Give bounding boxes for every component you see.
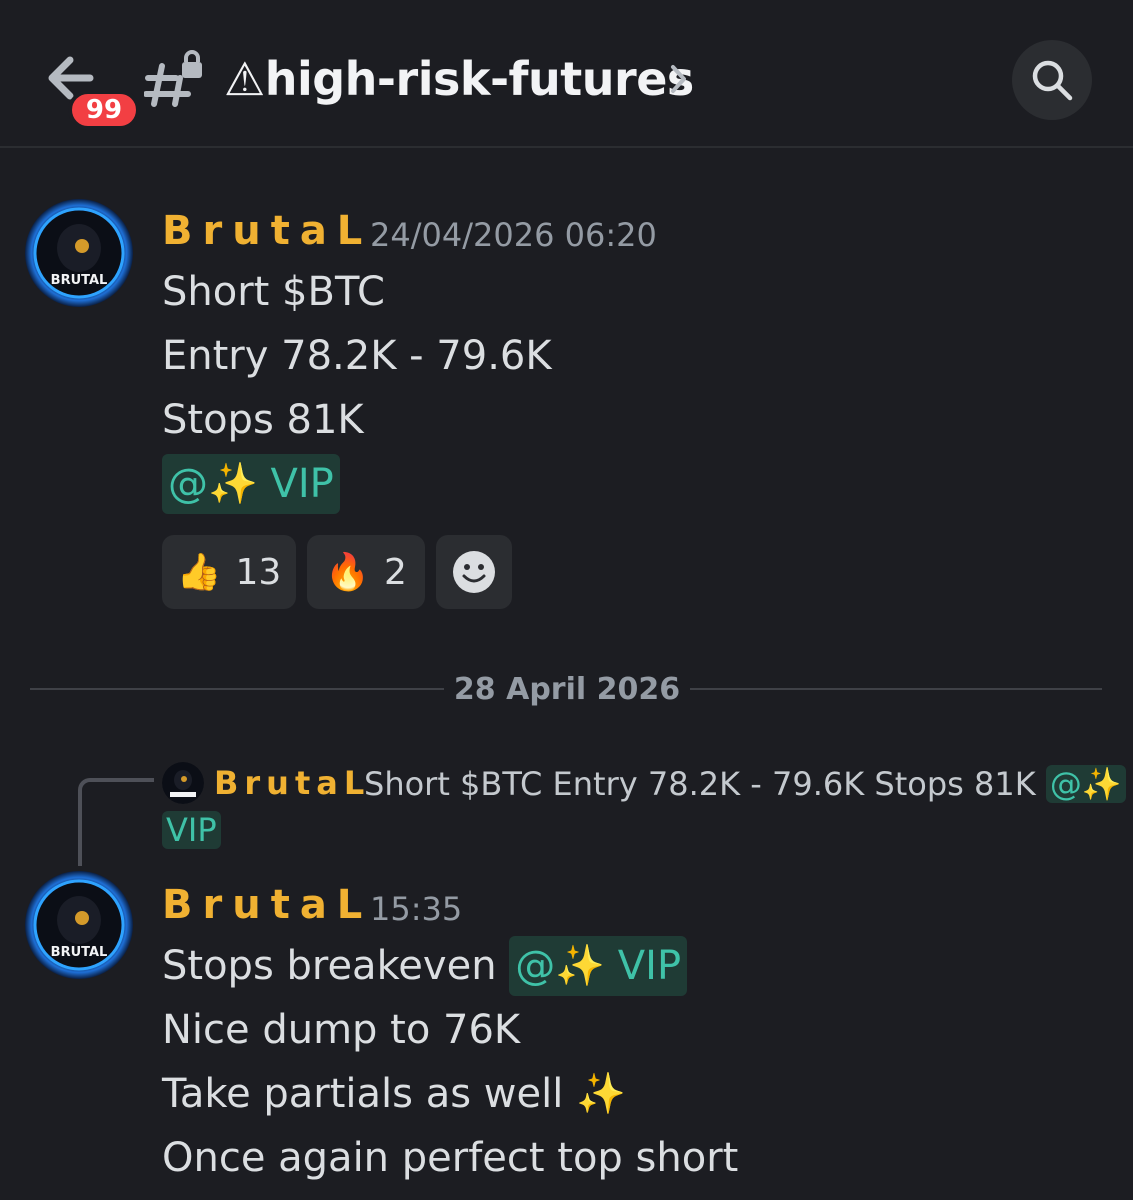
reply-preview-cont[interactable]: VIP xyxy=(162,808,221,852)
reply-preview[interactable]: Short $BTC Entry 78.2K - 79.6K Stops 81K… xyxy=(364,762,1126,806)
author-name[interactable]: BrutaL xyxy=(162,208,372,254)
reply-mention: VIP xyxy=(162,811,221,849)
reply-mention: @✨ xyxy=(1045,765,1126,803)
message-line: Short $BTC xyxy=(162,269,385,315)
search-button[interactable] xyxy=(1012,40,1092,120)
add-reaction-button[interactable] xyxy=(436,535,512,609)
reaction-count: 2 xyxy=(383,551,407,593)
message-timestamp: 24/04/2026 06:20 xyxy=(370,216,657,254)
smiley-icon xyxy=(453,551,495,593)
channel-title[interactable]: ⚠high-risk-futures xyxy=(224,48,694,110)
reply-avatar[interactable] xyxy=(162,762,204,804)
reply-author[interactable]: BrutaL xyxy=(214,764,370,802)
message-line: Once again perfect top short xyxy=(162,1135,739,1181)
chevron-right-icon[interactable] xyxy=(668,62,690,96)
date-divider: 28 April 2026 xyxy=(453,672,681,707)
search-icon xyxy=(1032,60,1073,101)
reaction-thumbs-up[interactable]: 👍 13 xyxy=(162,535,296,609)
reply-text: Short $BTC Entry 78.2K - 79.6K Stops 81K xyxy=(364,765,1036,803)
role-mention[interactable]: @✨ VIP xyxy=(509,936,688,996)
svg-text:BRUTAL: BRUTAL xyxy=(51,945,108,960)
message-line: Stops breakeven @✨ VIP xyxy=(162,936,688,996)
message-line: Stops 81K xyxy=(162,397,364,443)
fire-icon: 🔥 xyxy=(325,552,370,593)
divider-line xyxy=(30,688,444,690)
channel-header: 99 ⚠high-risk-futures xyxy=(0,0,1133,148)
role-mention[interactable]: @✨ VIP xyxy=(162,454,340,514)
message-line: Nice dump to 76K xyxy=(162,1007,521,1053)
message-line: Entry 78.2K - 79.6K xyxy=(162,333,552,379)
svg-text:BRUTAL: BRUTAL xyxy=(51,273,108,288)
avatar[interactable]: BRUTAL xyxy=(24,198,134,308)
divider-line xyxy=(690,688,1102,690)
message-line: @✨ VIP xyxy=(162,454,340,514)
locked-channel-icon xyxy=(143,48,206,110)
message-text: Stops breakeven xyxy=(162,943,497,989)
message-timestamp: 15:35 xyxy=(370,890,463,928)
reaction-fire[interactable]: 🔥 2 xyxy=(307,535,425,609)
thumbs-up-icon: 👍 xyxy=(176,552,222,593)
avatar[interactable]: BRUTAL xyxy=(24,870,134,980)
reaction-count: 13 xyxy=(235,551,282,593)
author-name[interactable]: BrutaL xyxy=(162,882,372,928)
reply-connector xyxy=(78,778,154,866)
unread-badge: 99 xyxy=(68,90,140,130)
message-line: Take partials as well ✨ xyxy=(162,1071,626,1117)
